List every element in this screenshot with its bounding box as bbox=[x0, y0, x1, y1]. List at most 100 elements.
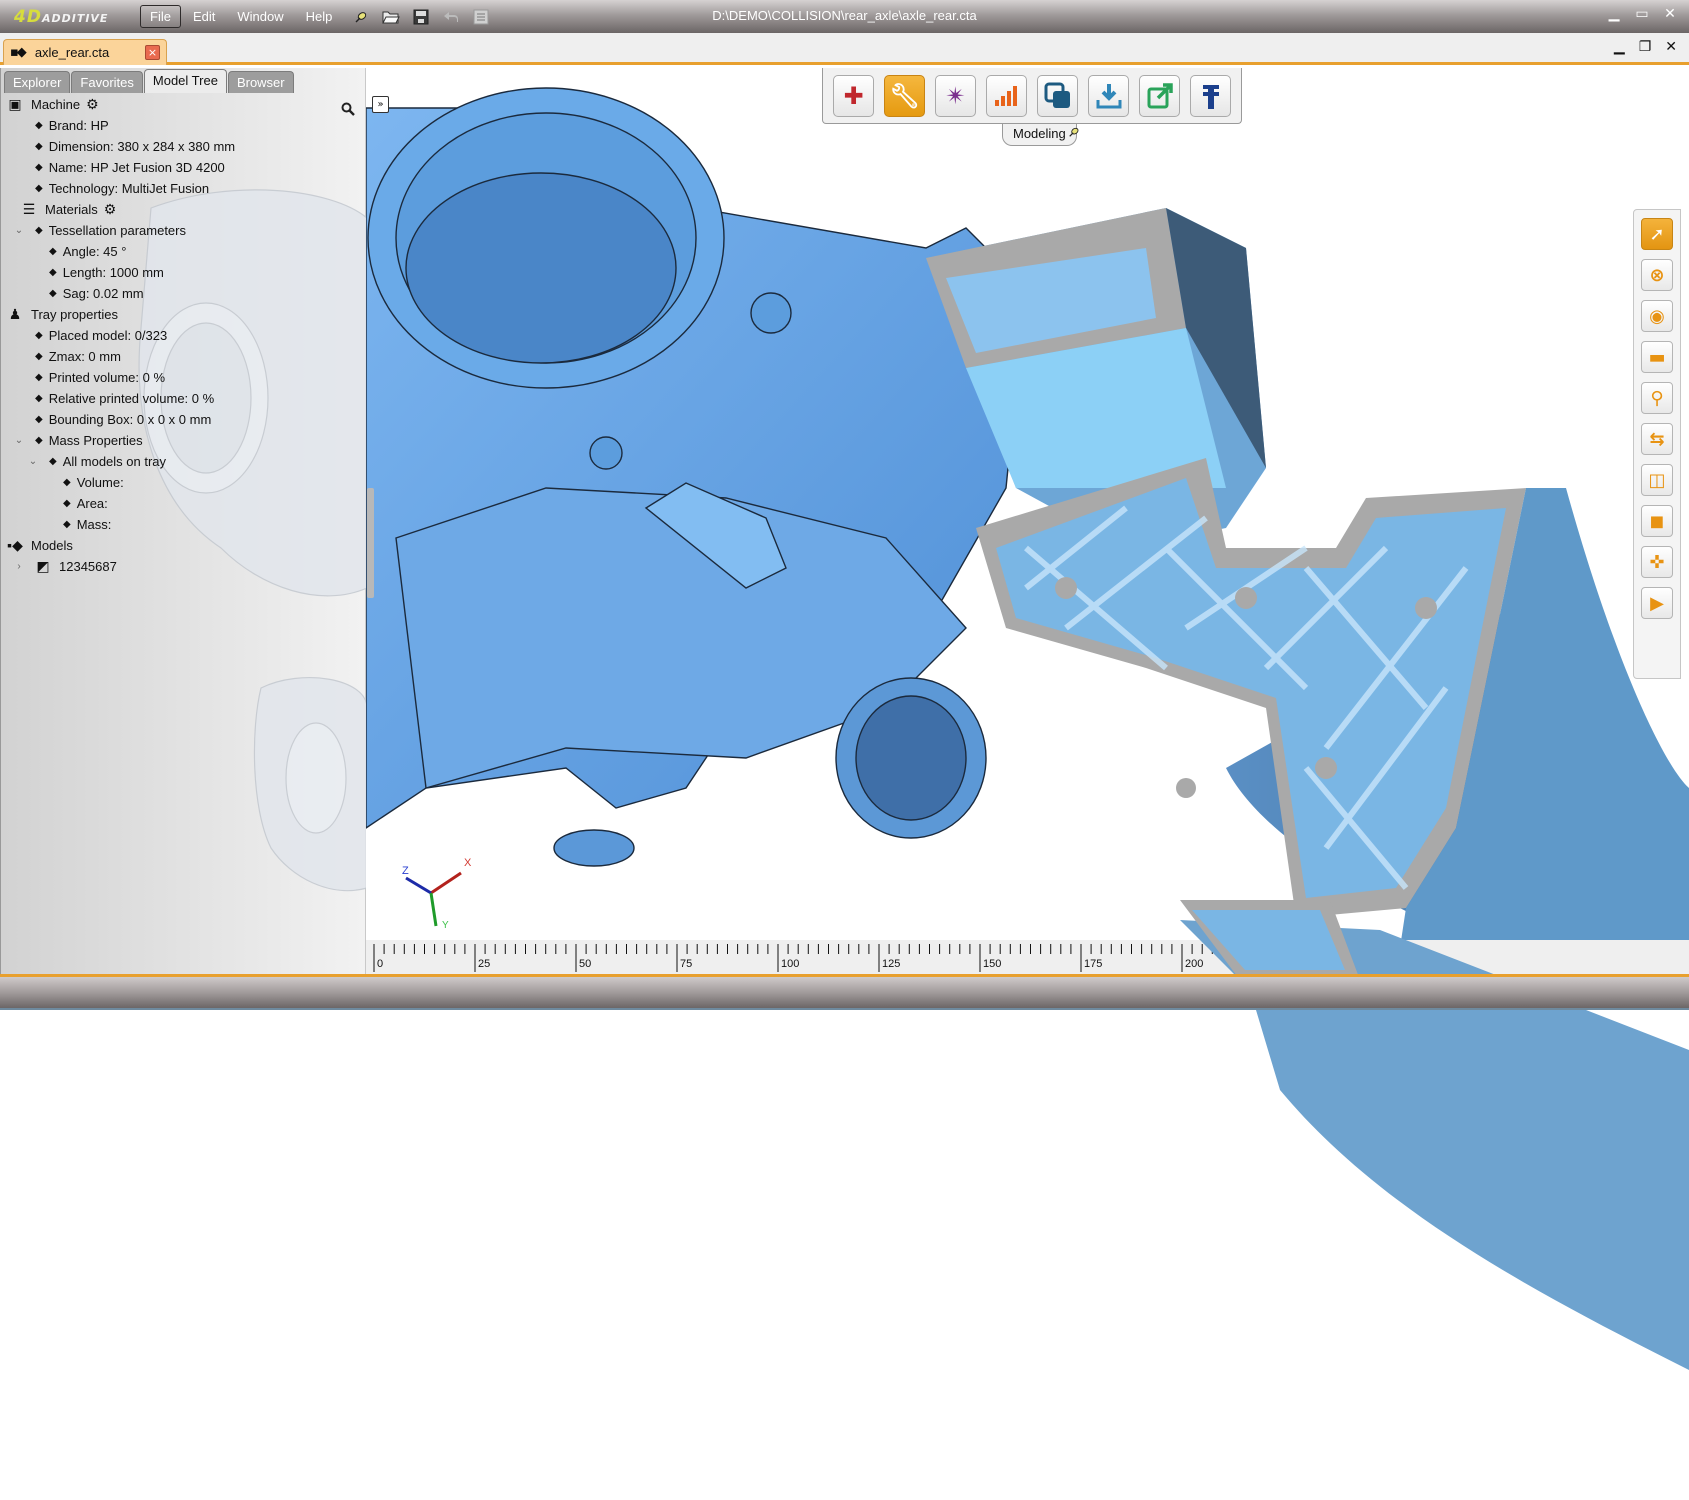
database-icon: ☰ bbox=[22, 201, 36, 217]
z-axis-label: Z bbox=[402, 865, 409, 877]
select-tool[interactable]: ➚ bbox=[1641, 218, 1673, 250]
frame-tool[interactable]: ▬ bbox=[1641, 341, 1673, 373]
tree-item[interactable]: ◆ Printed volume: 0 % bbox=[1, 367, 367, 388]
tree-item[interactable]: ◆ Sag: 0.02 mm bbox=[1, 283, 367, 304]
chevron-down-icon[interactable]: ⌄ bbox=[13, 225, 25, 236]
tree-item-label: Machine bbox=[31, 97, 81, 112]
ruler-label: 25 bbox=[478, 958, 491, 970]
ruler-label: 50 bbox=[579, 958, 592, 970]
z-axis-arrow bbox=[405, 876, 432, 895]
model-hidden-icon: ◩ bbox=[36, 558, 50, 574]
gear-icon[interactable]: ⚙ bbox=[104, 201, 117, 218]
app-window: 4DADDITIVE File Edit Window Help D:\DEMO… bbox=[0, 0, 1689, 1370]
tree-item-label: Zmax: 0 mm bbox=[48, 349, 121, 364]
tree-item[interactable]: ⌄ ◆ All models on tray bbox=[1, 451, 367, 472]
bullet-icon: ◆ bbox=[35, 225, 43, 236]
minimize-icon[interactable]: ▁ bbox=[1607, 6, 1621, 22]
grid-cross-icon: ✜ bbox=[1649, 551, 1665, 573]
ruler-label: 100 bbox=[781, 958, 800, 970]
model-tree: ▣ Machine ⚙ ◆ Brand: HP ◆ Dimension: 380 x 284… bbox=[1, 94, 367, 577]
tree-item[interactable]: ☰ Materials ⚙ bbox=[1, 199, 367, 220]
rounded-corner-icon: ◼ bbox=[1649, 510, 1665, 532]
tree-item[interactable]: ⌄ ◆ Mass Properties bbox=[1, 430, 367, 451]
export-button[interactable] bbox=[1139, 75, 1180, 117]
tree-item[interactable]: ▣ Machine ⚙ bbox=[1, 94, 367, 115]
chevron-right-icon[interactable]: › bbox=[13, 561, 25, 572]
cancel-tool[interactable]: ⊗ bbox=[1641, 259, 1673, 291]
partial-icon: ▶ bbox=[1650, 592, 1664, 614]
doc-close-icon[interactable]: ✕ bbox=[1665, 39, 1677, 55]
tab-browser[interactable]: Browser bbox=[227, 71, 294, 93]
document-tab[interactable]: ▪◆ axle_rear.cta × bbox=[3, 39, 167, 65]
tab-explorer[interactable]: Explorer bbox=[4, 71, 71, 93]
tree-item-label: Bounding Box: 0 x 0 x 0 mm bbox=[48, 412, 212, 427]
tree-item[interactable]: ◆ Brand: HP bbox=[1, 115, 367, 136]
toolbar-group-label[interactable]: Modeling bbox=[1002, 124, 1077, 146]
title-bar: 4DADDITIVE File Edit Window Help D:\DEMO… bbox=[0, 0, 1689, 33]
maximize-icon[interactable]: ▭ bbox=[1635, 6, 1649, 22]
tree-item-label: Placed model: 0/323 bbox=[48, 328, 168, 343]
chevron-down-icon[interactable]: ⌄ bbox=[27, 456, 39, 467]
models-icon: ▪◆ bbox=[7, 537, 23, 553]
3d-viewport[interactable]: » X Z Y ✚ 🔧︎ ✴ Modeling ➚ ⊗ ◉ ▬ ⚲ ⇆ ◫ ◼ … bbox=[366, 68, 1689, 974]
compass-star-icon: ✴ bbox=[945, 82, 966, 110]
doc-restore-icon[interactable]: ❐ bbox=[1639, 39, 1652, 55]
tree-item[interactable]: ◆ Dimension: 380 x 284 x 380 mm bbox=[1, 136, 367, 157]
ruler-label: 75 bbox=[680, 958, 693, 970]
tree-item[interactable]: ◆ Placed model: 0/323 bbox=[1, 325, 367, 346]
tree-item[interactable]: ◆ Technology: MultiJet Fusion bbox=[1, 178, 367, 199]
tree-item[interactable]: ◆ Angle: 45 ° bbox=[1, 241, 367, 262]
ring-tool[interactable]: ◉ bbox=[1641, 300, 1673, 332]
tree-item[interactable]: ◆ Relative printed volume: 0 % bbox=[1, 388, 367, 409]
tab-favorites[interactable]: Favorites bbox=[71, 71, 143, 93]
bullet-icon: ◆ bbox=[35, 183, 43, 194]
measure-button[interactable] bbox=[1190, 75, 1231, 117]
tree-item-label: Dimension: 380 x 284 x 380 mm bbox=[48, 139, 236, 154]
tree-item[interactable]: ◆ Bounding Box: 0 x 0 x 0 mm bbox=[1, 409, 367, 430]
tree-item[interactable]: ♟ Tray properties bbox=[1, 304, 367, 325]
grid-tool[interactable]: ✜ bbox=[1641, 546, 1673, 578]
tree-item[interactable]: › ◩ 12345687 bbox=[1, 556, 367, 577]
tree-item[interactable]: ⌄ ◆ Tessellation parameters bbox=[1, 220, 367, 241]
ruler-label: 150 bbox=[983, 958, 1002, 970]
tree-item-label: Volume: bbox=[76, 475, 124, 490]
copy-button[interactable] bbox=[1037, 75, 1078, 117]
download-button[interactable] bbox=[1088, 75, 1129, 117]
tree-item[interactable]: ▪◆ Models bbox=[1, 535, 367, 556]
cursor-icon: ➚ bbox=[1649, 223, 1665, 245]
axis-triad: X Z Y bbox=[402, 857, 472, 928]
tree-item[interactable]: ◆ Zmax: 0 mm bbox=[1, 346, 367, 367]
tree-item[interactable]: ◆ Area: bbox=[1, 493, 367, 514]
tab-model-tree[interactable]: Model Tree bbox=[143, 69, 227, 93]
ring-icon: ◉ bbox=[1649, 305, 1665, 327]
tree-item-label: Models bbox=[31, 538, 73, 553]
inspect-tool[interactable]: ⚲ bbox=[1641, 382, 1673, 414]
tree-item[interactable]: ◆ Name: HP Jet Fusion 3D 4200 bbox=[1, 157, 367, 178]
tree-item-label: Mass: bbox=[76, 517, 112, 532]
add-button[interactable]: ✚ bbox=[833, 75, 874, 117]
signal-button[interactable] bbox=[986, 75, 1027, 117]
swap-tool[interactable]: ⇆ bbox=[1641, 423, 1673, 455]
pin-icon[interactable] bbox=[1068, 126, 1080, 141]
close-icon[interactable]: ✕ bbox=[1663, 6, 1677, 22]
repair-button[interactable]: 🔧︎ bbox=[884, 75, 925, 117]
star-button[interactable]: ✴ bbox=[935, 75, 976, 117]
corner-tool[interactable]: ◼ bbox=[1641, 505, 1673, 537]
export-icon bbox=[1147, 83, 1173, 109]
panel-resize-handle[interactable] bbox=[367, 488, 374, 598]
document-tab-label: axle_rear.cta bbox=[34, 45, 110, 60]
bullet-icon: ◆ bbox=[49, 246, 57, 257]
more-tool[interactable]: ▶ bbox=[1641, 587, 1673, 619]
doc-minimize-icon[interactable]: ▁ bbox=[1614, 39, 1625, 55]
chevron-down-icon[interactable]: ⌄ bbox=[13, 435, 25, 446]
tree-item-label: All models on tray bbox=[62, 454, 167, 469]
close-tab-button[interactable]: × bbox=[145, 45, 160, 60]
tree-item[interactable]: ◆ Volume: bbox=[1, 472, 367, 493]
gear-icon[interactable]: ⚙ bbox=[86, 96, 99, 113]
window-controls: ▁ ▭ ✕ bbox=[1607, 6, 1677, 22]
tree-item[interactable]: ◆ Mass: bbox=[1, 514, 367, 535]
split-tool[interactable]: ◫ bbox=[1641, 464, 1673, 496]
tree-item[interactable]: ◆ Length: 1000 mm bbox=[1, 262, 367, 283]
document-controls: ▁ ❐ ✕ bbox=[1614, 39, 1677, 55]
collapse-panel-button[interactable]: » bbox=[372, 96, 389, 113]
